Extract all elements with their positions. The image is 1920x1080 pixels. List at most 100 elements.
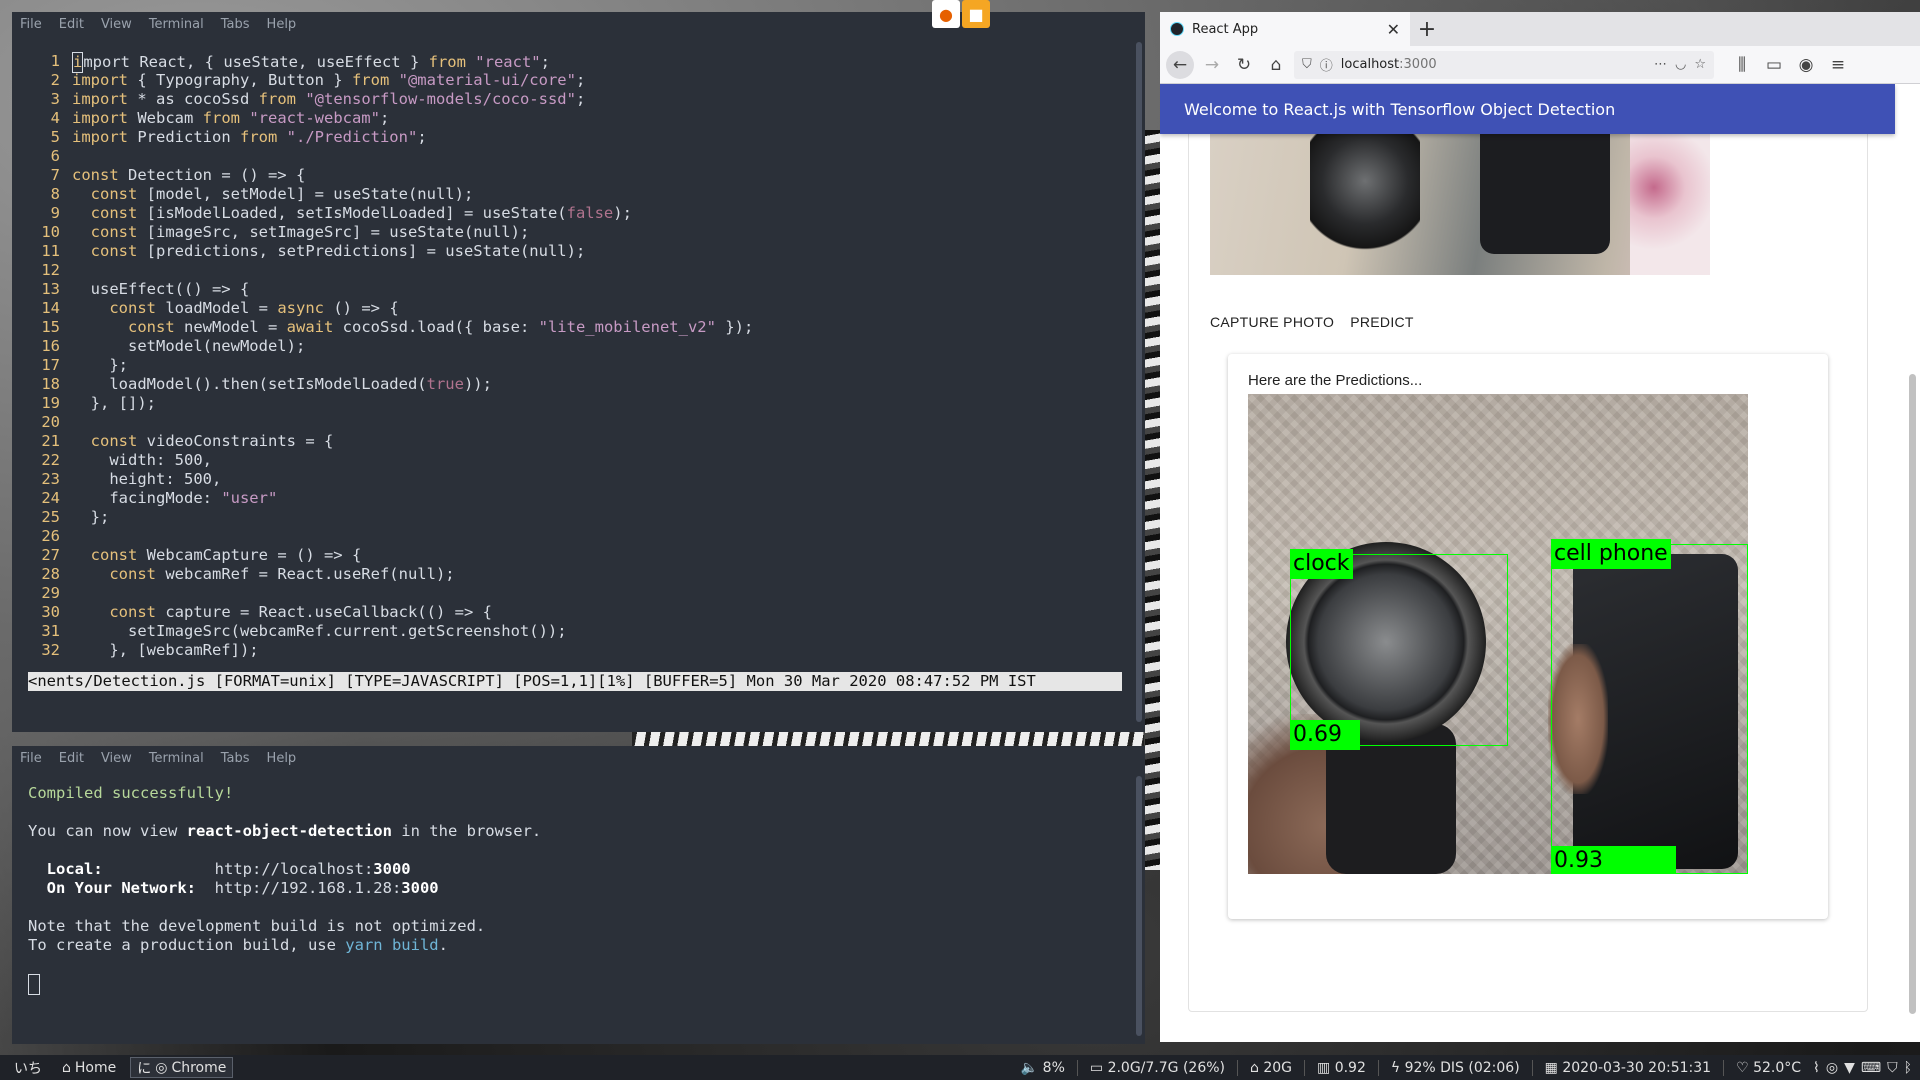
- volume-indicator[interactable]: 🔈 8%: [1021, 1060, 1065, 1076]
- menu-help[interactable]: Help: [267, 17, 297, 32]
- terminal-cursor: [28, 974, 40, 995]
- menu-help[interactable]: Help: [267, 751, 297, 766]
- taskbar-home[interactable]: ⌂ Home: [56, 1057, 122, 1078]
- network-port: 3000: [401, 879, 439, 897]
- separator: [1723, 1059, 1725, 1076]
- cell-phone-score: 0.93: [1551, 846, 1676, 874]
- webcam-feed: [1210, 129, 1710, 275]
- pocket-icon[interactable]: ◡: [1675, 57, 1686, 72]
- server-terminal-window[interactable]: File Edit View Terminal Tabs Help Compil…: [12, 746, 1145, 1044]
- clock-indicator[interactable]: ▦ 2020-03-30 20:51:31: [1545, 1060, 1711, 1076]
- code-text: import Webcam from "react-webcam";: [72, 109, 390, 127]
- disk-icon: ⌂: [1250, 1059, 1259, 1076]
- separator: [1377, 1059, 1379, 1076]
- network-label: On Your Network:: [46, 879, 196, 897]
- memory-value: 2.0G/7.7G (26%): [1107, 1059, 1225, 1076]
- account-icon[interactable]: ◉: [1792, 51, 1820, 79]
- line-number: 26: [41, 527, 60, 545]
- code-line: 21 const videoConstraints = {: [28, 432, 753, 451]
- cell-phone-label: cell phone: [1551, 539, 1671, 569]
- code-text: const [isModelLoaded, setIsModelLoaded] …: [90, 204, 632, 222]
- forward-button[interactable]: →: [1198, 51, 1226, 79]
- back-button[interactable]: ←: [1166, 50, 1194, 79]
- code-editor[interactable]: 1 import React, { useState, useEffect } f…: [28, 52, 753, 660]
- shield-tray-icon[interactable]: ⛉: [1887, 1060, 1898, 1076]
- code-text: const loadModel = async () => {: [109, 299, 399, 317]
- local-url: http://localhost:: [214, 860, 374, 878]
- tray-icons: ⌇ ◎ ▼ ⌨ ⛉ ᛒ: [1813, 1060, 1912, 1076]
- library-icon[interactable]: ⫼: [1728, 51, 1756, 79]
- code-text: width: 500,: [72, 451, 212, 469]
- terminal-scrollbar[interactable]: [1136, 776, 1142, 1036]
- taskbar-chrome[interactable]: に ◎ Chrome: [130, 1057, 234, 1078]
- menu-icon[interactable]: ≡: [1824, 51, 1852, 79]
- url-bar[interactable]: ⛉ ⓘ localhost:3000 ⋯ ◡ ☆: [1294, 50, 1714, 79]
- workspace-label[interactable]: いち: [8, 1057, 48, 1078]
- code-line: 30 const capture = React.useCallback(() …: [28, 603, 753, 622]
- separator: [1237, 1059, 1238, 1076]
- line-number: 5: [50, 128, 60, 146]
- line-number: 16: [41, 337, 60, 355]
- menu-file[interactable]: File: [20, 17, 42, 32]
- code-text: useEffect(() => {: [72, 280, 250, 298]
- floating-launcher: ● ■: [932, 0, 990, 28]
- toolbar-icons: ⫼ ▭ ◉ ≡: [1728, 51, 1852, 79]
- menu-file[interactable]: File: [20, 751, 42, 766]
- recorder-icon[interactable]: ■: [962, 0, 990, 28]
- new-tab-button[interactable]: +: [1410, 12, 1444, 46]
- line-number: 27: [41, 546, 60, 564]
- wifi-icon[interactable]: ▼: [1844, 1060, 1855, 1076]
- memory-indicator: ▭ 2.0G/7.7G (26%): [1090, 1060, 1225, 1076]
- code-line: 26: [28, 527, 753, 546]
- close-tab-icon[interactable]: ✕: [1387, 20, 1400, 39]
- code-text: const webcamRef = React.useRef(null);: [109, 565, 455, 583]
- app-name: react-object-detection: [186, 822, 392, 840]
- terminal-scrollbar[interactable]: [1136, 42, 1142, 722]
- code-text: import * as cocoSsd from "@tensorflow-mo…: [72, 90, 586, 108]
- editor-terminal-window[interactable]: File Edit View Terminal Tabs Help 1 impor…: [12, 12, 1145, 732]
- line-number: 24: [41, 489, 60, 507]
- code-line: 1 import React, { useState, useEffect } f…: [28, 52, 753, 73]
- code-text: const [model, setModel] = useState(null)…: [90, 185, 474, 203]
- home-label: Home: [74, 1059, 117, 1076]
- output-text: .: [438, 936, 448, 954]
- chrome-tray-icon[interactable]: ◎: [1826, 1060, 1838, 1076]
- paperclip-icon[interactable]: ⌇: [1813, 1060, 1820, 1076]
- url-text[interactable]: localhost:3000: [1341, 57, 1646, 72]
- code-line: 15 const newModel = await cocoSsd.load({…: [28, 318, 753, 337]
- code-line: 16 setModel(newModel);: [28, 337, 753, 356]
- tab-react-app[interactable]: React App ✕: [1160, 12, 1410, 46]
- line-number: 30: [41, 603, 60, 621]
- shield-icon[interactable]: ⛉: [1302, 57, 1312, 72]
- bookmark-star-icon[interactable]: ☆: [1694, 57, 1706, 72]
- firefox-icon[interactable]: ●: [932, 0, 960, 28]
- more-actions-icon[interactable]: ⋯: [1654, 57, 1667, 72]
- bluetooth-icon[interactable]: ᛒ: [1904, 1060, 1912, 1076]
- browser-window[interactable]: React App ✕ + ← → ↻ ⌂ ⛉ ⓘ localhost:3000…: [1160, 12, 1920, 1042]
- capture-photo-button[interactable]: CAPTURE PHOTO: [1210, 314, 1334, 330]
- keyboard-icon[interactable]: ⌨: [1861, 1060, 1881, 1076]
- menu-view[interactable]: View: [101, 751, 132, 766]
- predict-button[interactable]: PREDICT: [1350, 314, 1414, 330]
- reload-button[interactable]: ↻: [1230, 51, 1258, 79]
- menu-terminal[interactable]: Terminal: [149, 17, 204, 32]
- sidebar-icon[interactable]: ▭: [1760, 51, 1788, 79]
- menu-edit[interactable]: Edit: [59, 751, 84, 766]
- menu-view[interactable]: View: [101, 17, 132, 32]
- load-indicator: ▥ 0.92: [1317, 1060, 1366, 1076]
- menu-edit[interactable]: Edit: [59, 17, 84, 32]
- home-button[interactable]: ⌂: [1262, 51, 1290, 79]
- webcam-phone: [1480, 129, 1610, 254]
- info-icon[interactable]: ⓘ: [1320, 55, 1333, 74]
- code-text: };: [72, 356, 128, 374]
- page-scrollbar[interactable]: [1909, 374, 1916, 1014]
- menu-tabs[interactable]: Tabs: [221, 751, 250, 766]
- code-text: import React, { useState, useEffect } fr…: [72, 52, 550, 73]
- code-line: 19 }, []);: [28, 394, 753, 413]
- wallpaper-detail: [632, 732, 1144, 746]
- code-line: 10 const [imageSrc, setImageSrc] = useSt…: [28, 223, 753, 242]
- code-line: 22 width: 500,: [28, 451, 753, 470]
- menu-tabs[interactable]: Tabs: [221, 17, 250, 32]
- output-text: Note that the development build is not o…: [28, 917, 486, 935]
- menu-terminal[interactable]: Terminal: [149, 751, 204, 766]
